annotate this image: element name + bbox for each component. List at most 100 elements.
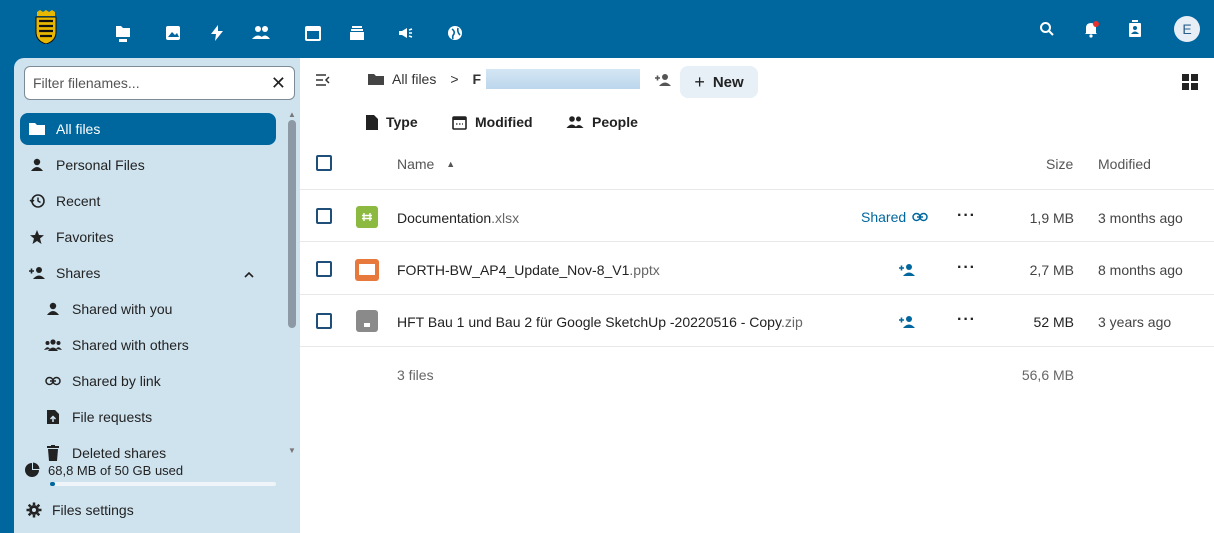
more-actions-icon[interactable]: ··· [957,207,976,225]
name-header-label: Name [397,156,435,172]
people-icon [566,116,584,128]
announcements-icon[interactable] [394,22,416,44]
column-header-size[interactable]: Size [1046,156,1073,172]
clear-icon[interactable]: ✕ [271,73,286,94]
deck-icon[interactable] [346,22,368,44]
share-folder-button[interactable] [654,73,672,87]
link-icon [44,372,62,390]
new-button[interactable]: + New [680,66,758,98]
gear-icon [26,502,42,518]
sidebar-item-recent[interactable]: Recent [20,185,276,217]
file-basename: FORTH-BW_AP4_Update_Nov-8_V1 [397,262,630,278]
row-checkbox[interactable] [316,261,332,277]
filter-modified-button[interactable]: Modified [452,114,533,130]
person-icon [28,156,46,174]
sidebar-item-shares[interactable]: Shares [20,257,276,289]
filter-type-button[interactable]: Type [366,114,418,130]
file-extension: .zip [780,314,803,330]
file-modified: 3 months ago [1098,210,1183,226]
sidebar-item-label: Favorites [56,229,114,245]
folder-icon [368,73,384,86]
avatar[interactable]: E [1174,16,1200,42]
activity-icon[interactable] [206,22,228,44]
archive-icon [356,310,378,332]
photos-icon[interactable] [162,22,184,44]
sidebar-item-label: Personal Files [56,157,145,173]
file-extension: .pptx [629,262,660,278]
share-icon [28,264,46,282]
row-divider [300,241,1214,242]
scroll-down-arrow[interactable]: ▼ [288,446,296,455]
share-icon [655,74,671,86]
trash-icon [44,444,62,462]
chevron-up-icon[interactable] [244,266,254,282]
share-button[interactable] [898,315,916,329]
sidebar-scrollbar[interactable] [288,120,296,328]
breadcrumb-all-files[interactable]: All files [392,71,436,87]
share-button[interactable] [898,263,916,277]
sidebar-item-file-requests[interactable]: File requests [20,401,276,433]
more-actions-icon[interactable]: ··· [957,259,976,277]
file-name[interactable]: Documentation.xlsx [397,210,519,226]
notifications-icon[interactable] [1078,16,1104,42]
quota-progress-fill [50,482,55,486]
column-header-modified[interactable]: Modified [1098,156,1151,172]
header-divider [300,189,1214,190]
pie-chart-icon [24,462,40,478]
shared-status-button[interactable]: Shared [861,209,928,225]
sidebar-item-all-files[interactable]: All files [20,113,276,145]
file-count-summary: 3 files [397,367,434,383]
toggle-sidebar-button[interactable] [316,74,330,86]
file-icon [366,114,378,130]
menu-collapse-icon [316,74,330,86]
calendar-icon[interactable] [302,22,324,44]
scroll-up-arrow[interactable]: ▲ [288,110,296,119]
quota-text: 68,8 MB of 50 GB used [48,462,184,478]
file-size: 2,7 MB [1029,262,1074,278]
sidebar-item-personal-files[interactable]: Personal Files [20,149,276,181]
group-icon [44,336,62,354]
filter-filenames-input[interactable]: Filter filenames... ✕ [24,66,295,100]
file-size: 1,9 MB [1029,210,1074,226]
sidebar-item-shared-with-others[interactable]: Shared with others [20,329,276,361]
person-icon [44,300,62,318]
more-actions-icon[interactable]: ··· [957,311,976,329]
contacts-menu-icon[interactable] [1122,16,1148,42]
files-icon[interactable] [112,22,134,44]
web-icon[interactable] [444,22,466,44]
sidebar-item-label: Recent [56,193,101,209]
files-settings-button[interactable]: Files settings [26,502,134,518]
select-all-checkbox[interactable] [316,155,332,171]
row-checkbox[interactable] [316,313,332,329]
storage-quota[interactable]: 68,8 MB of 50 GB used [24,462,183,478]
settings-label: Files settings [52,502,134,518]
filter-placeholder: Filter filenames... [33,75,140,91]
sort-ascending-icon: ▲ [446,159,456,169]
grid-icon [1182,74,1198,90]
grid-view-toggle[interactable] [1182,74,1198,90]
contacts-icon[interactable] [250,22,272,44]
row-divider [300,294,1214,295]
column-header-name[interactable]: Name ▲ [397,156,455,172]
filter-people-button[interactable]: People [566,114,638,130]
sidebar-item-shared-with-you[interactable]: Shared with you [20,293,276,325]
file-name[interactable]: FORTH-BW_AP4_Update_Nov-8_V1.pptx [397,262,660,278]
file-modified: 8 months ago [1098,262,1183,278]
file-name[interactable]: HFT Bau 1 und Bau 2 für Google SketchUp … [397,314,803,330]
sidebar-item-shared-by-link[interactable]: Shared by link [20,365,276,397]
file-modified: 3 years ago [1098,314,1172,330]
file-size: 52 MB [1033,314,1074,330]
row-checkbox[interactable] [316,208,332,224]
star-icon [28,228,46,246]
link-icon [912,212,928,222]
total-size-summary: 56,6 MB [1021,367,1074,383]
sidebar-item-label: Shared by link [72,373,161,389]
file-upload-icon [44,408,62,426]
search-icon[interactable] [1034,16,1060,42]
sidebar-item-favorites[interactable]: Favorites [20,221,276,253]
sidebar-item-label: File requests [72,409,153,425]
breadcrumb-current-folder[interactable]: F [473,71,482,87]
logo[interactable] [34,10,58,45]
filter-people-label: People [592,114,638,130]
main-content: All files > F + New Type Modified People… [300,58,1214,533]
